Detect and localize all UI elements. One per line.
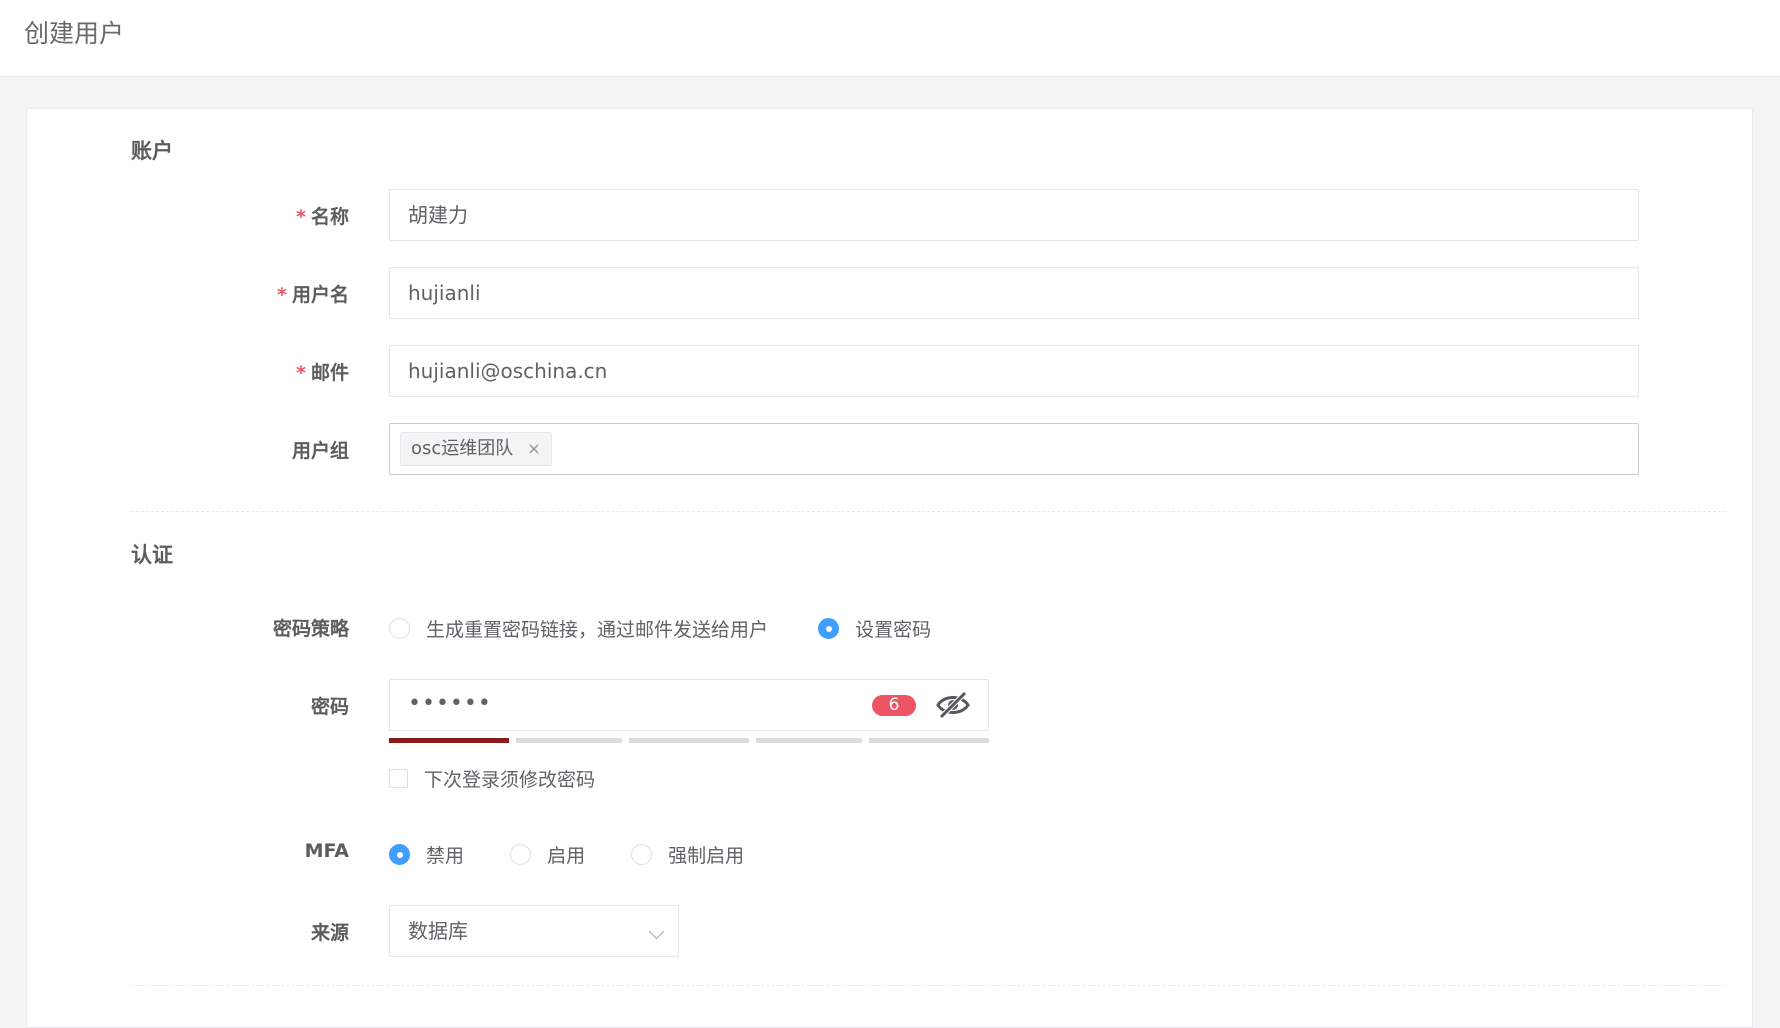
user-group-label-text: 用户组 xyxy=(291,440,349,462)
create-user-form: 账户 * 名称 胡建力 * 用户名 hujianli * 邮件 hujianli@os… xyxy=(26,108,1753,1028)
password-row: 密码 •••••• 6 xyxy=(27,679,1752,731)
radio-mfa-enabled-label: 启用 xyxy=(547,845,586,867)
password-masked-value: •••••• xyxy=(408,691,492,716)
user-group-label: 用户组 xyxy=(149,436,349,463)
radio-reset-link[interactable]: 生成重置密码链接，通过邮件发送给用户 xyxy=(389,615,768,642)
required-mark: * xyxy=(296,362,306,384)
radio-reset-link-label: 生成重置密码链接，通过邮件发送给用户 xyxy=(426,619,769,641)
strength-segment xyxy=(629,738,749,743)
email-label-text: 邮件 xyxy=(310,362,349,384)
strength-segment xyxy=(756,738,862,743)
account-section-title: 账户 xyxy=(131,139,173,163)
password-strength-meter xyxy=(389,738,989,743)
radio-unchecked-icon xyxy=(389,618,410,639)
page-header: 创建用户 xyxy=(0,0,1780,77)
user-group-row: 用户组 osc运维团队 × xyxy=(27,423,1752,475)
source-row: 来源 数据库 xyxy=(27,905,1752,957)
username-input[interactable]: hujianli xyxy=(389,267,1639,319)
username-label-text: 用户名 xyxy=(291,284,349,306)
mfa-row: MFA 禁用 启用 强制启用 xyxy=(27,827,1752,879)
required-mark: * xyxy=(296,206,306,228)
page-title: 创建用户 xyxy=(24,19,125,48)
mfa-label: MFA xyxy=(304,840,349,862)
email-input[interactable]: hujianli@oschina.cn xyxy=(389,345,1639,397)
radio-set-password-label: 设置密码 xyxy=(855,619,932,641)
email-row: * 邮件 hujianli@oschina.cn xyxy=(27,345,1752,397)
chevron-down-icon xyxy=(648,923,665,940)
checkbox-icon xyxy=(389,769,408,788)
name-input[interactable]: 胡建力 xyxy=(389,189,1639,241)
name-label-text: 名称 xyxy=(310,206,349,228)
user-group-select[interactable]: osc运维团队 × xyxy=(389,423,1639,475)
must-change-password-checkbox[interactable]: 下次登录须修改密码 xyxy=(389,765,595,792)
strength-segment xyxy=(869,738,989,743)
source-label: 来源 xyxy=(310,922,349,944)
radio-set-password[interactable]: 设置密码 xyxy=(818,615,931,642)
radio-mfa-disabled[interactable]: 禁用 xyxy=(389,841,464,868)
auth-section-title: 认证 xyxy=(131,543,173,567)
username-label: * 用户名 xyxy=(149,280,349,307)
email-label: * 邮件 xyxy=(149,358,349,385)
tag-close-icon[interactable]: × xyxy=(527,439,540,458)
source-selected-value: 数据库 xyxy=(408,919,468,943)
section-divider xyxy=(131,985,1726,986)
password-length-badge: 6 xyxy=(872,695,916,716)
section-divider xyxy=(131,511,1726,512)
name-label: * 名称 xyxy=(149,202,349,229)
name-row: * 名称 胡建力 xyxy=(27,189,1752,241)
radio-mfa-forced[interactable]: 强制启用 xyxy=(631,841,744,868)
username-row: * 用户名 hujianli xyxy=(27,267,1752,319)
eye-off-icon[interactable] xyxy=(936,690,970,720)
user-group-tag-label: osc运维团队 xyxy=(411,438,514,459)
radio-unchecked-icon xyxy=(631,844,653,865)
radio-checked-icon xyxy=(389,844,410,865)
password-strategy-radio-group: 生成重置密码链接，通过邮件发送给用户 设置密码 xyxy=(389,615,971,642)
user-group-tag: osc运维团队 × xyxy=(400,432,552,466)
radio-unchecked-icon xyxy=(510,844,532,865)
password-input[interactable]: •••••• 6 xyxy=(389,679,989,731)
radio-checked-icon xyxy=(818,618,840,639)
password-strategy-label: 密码策略 xyxy=(272,618,349,640)
source-select[interactable]: 数据库 xyxy=(389,905,679,957)
password-strategy-row: 密码策略 生成重置密码链接，通过邮件发送给用户 设置密码 xyxy=(27,601,1752,653)
password-label: 密码 xyxy=(310,696,349,718)
radio-mfa-disabled-label: 禁用 xyxy=(426,845,465,867)
radio-mfa-enabled[interactable]: 启用 xyxy=(510,841,585,868)
mfa-radio-group: 禁用 启用 强制启用 xyxy=(389,841,784,868)
strength-segment xyxy=(516,738,622,743)
strength-segment xyxy=(389,738,509,743)
must-change-password-label: 下次登录须修改密码 xyxy=(424,769,596,791)
radio-mfa-forced-label: 强制启用 xyxy=(668,845,745,867)
required-mark: * xyxy=(277,284,287,306)
